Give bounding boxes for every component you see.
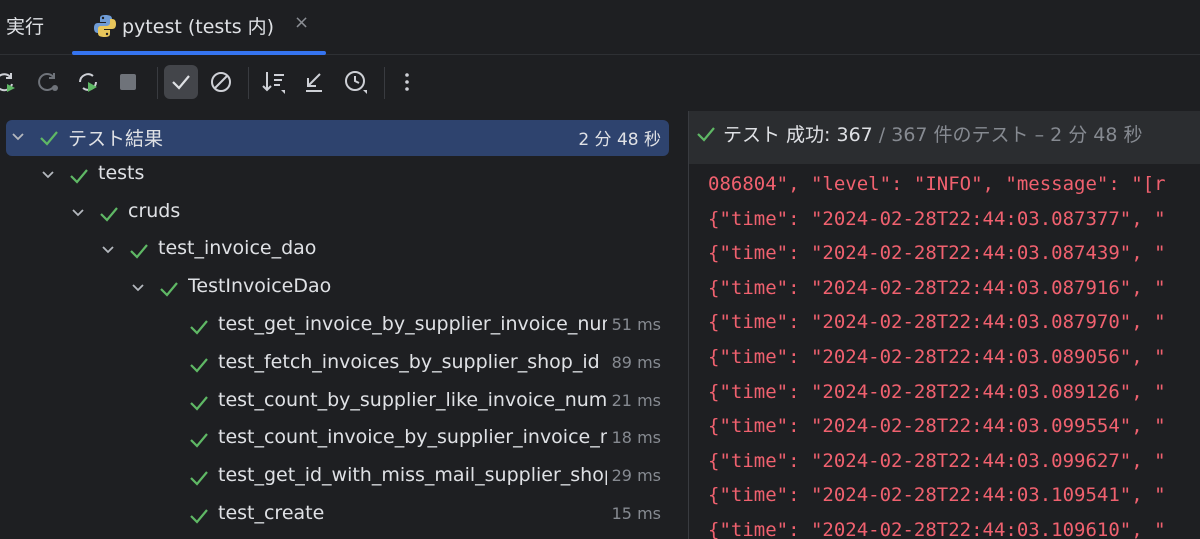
check-icon	[158, 278, 180, 300]
check-icon	[188, 354, 210, 376]
check-icon	[128, 240, 150, 262]
tree-row-label: test_create	[218, 502, 325, 524]
show-ignored-icon[interactable]	[204, 65, 238, 99]
tree-row-duration: 15 ms	[611, 504, 661, 523]
more-icon[interactable]	[390, 65, 424, 99]
tree-row-label: test_count_by_supplier_like_invoice_num	[218, 389, 607, 411]
tree-row-label: test_count_invoice_by_supplier_invoice_n…	[218, 426, 607, 448]
toolbar-separator	[384, 67, 385, 99]
tree-row-label: TestInvoiceDao	[188, 275, 332, 297]
console-line: {"time": "2024-02-28T22:44:03.109610", "	[708, 519, 1166, 539]
tree-row-test[interactable]: test_fetch_invoices_by_supplier_shop_id …	[0, 345, 670, 383]
check-icon	[38, 127, 60, 149]
toolbar-separator	[248, 67, 249, 99]
test-status-text: テスト 成功: 367 / 367 件のテスト – 2 分 48 秒	[723, 120, 1143, 147]
console-pane: テスト 成功: 367 / 367 件のテスト – 2 分 48 秒 08680…	[689, 111, 1200, 539]
status-passed-count: テスト 成功: 367	[723, 124, 873, 146]
tree-row-duration: 18 ms	[611, 428, 661, 447]
console-line: {"time": "2024-02-28T22:44:03.087916", "	[708, 277, 1166, 299]
console-line: {"time": "2024-02-28T22:44:03.099554", "	[708, 415, 1166, 437]
tree-row-test[interactable]: test_get_id_with_miss_mail_supplier_shop…	[0, 458, 670, 496]
chevron-down-icon[interactable]	[38, 165, 58, 185]
console-line: {"time": "2024-02-28T22:44:03.087970", "	[708, 311, 1166, 333]
tree-row-module[interactable]: test_invoice_dao	[0, 231, 670, 269]
chevron-down-icon[interactable]	[98, 240, 118, 260]
close-icon[interactable]: ×	[294, 12, 309, 33]
console-line: {"time": "2024-02-28T22:44:03.109541", "	[708, 484, 1166, 506]
run-toolbar	[0, 55, 1200, 111]
tree-row-label: tests	[98, 162, 145, 184]
chevron-down-icon[interactable]	[68, 203, 88, 223]
tree-row-tests[interactable]: tests	[0, 156, 670, 194]
console-line: {"time": "2024-02-28T22:44:03.089126", "	[708, 381, 1166, 403]
chevron-down-icon[interactable]	[8, 127, 28, 147]
test-tree: テスト結果 2 分 48 秒 tests cruds test_invoice_…	[0, 111, 688, 539]
tree-row-label: test_invoice_dao	[158, 237, 317, 259]
console-line: {"time": "2024-02-28T22:44:03.087439", "	[708, 242, 1166, 264]
check-icon	[188, 505, 210, 527]
tree-row-label: test_get_id_with_miss_mail_supplier_shop	[218, 464, 607, 486]
status-detail: / 367 件のテスト – 2 分 48 秒	[872, 124, 1143, 146]
rerun-failed-icon[interactable]	[31, 65, 65, 99]
tree-row-test[interactable]: test_count_invoice_by_supplier_invoice_n…	[0, 420, 670, 458]
tree-row-test[interactable]: test_count_by_supplier_like_invoice_num …	[0, 383, 670, 421]
test-status-bar: テスト 成功: 367 / 367 件のテスト – 2 分 48 秒	[689, 111, 1200, 164]
check-icon	[188, 467, 210, 489]
check-icon	[695, 123, 717, 145]
tree-row-duration: 89 ms	[611, 353, 661, 372]
check-icon	[188, 429, 210, 451]
tree-row-duration: 51 ms	[611, 315, 661, 334]
check-icon	[68, 165, 90, 187]
chevron-down-icon[interactable]	[128, 278, 148, 298]
tree-row-label: test_fetch_invoices_by_supplier_shop_id	[218, 351, 600, 373]
stop-icon[interactable]	[111, 65, 145, 99]
run-tool-window-header: 実行 pytest (tests 内) ×	[0, 0, 1200, 55]
check-icon	[98, 203, 120, 225]
tree-row-test[interactable]: test_get_invoice_by_supplier_invoice_num…	[0, 307, 670, 345]
tree-row-test[interactable]: test_create 15 ms	[0, 496, 670, 534]
tree-row-cruds[interactable]: cruds	[0, 194, 670, 232]
toggle-auto-test-icon[interactable]	[71, 65, 105, 99]
check-icon	[188, 316, 210, 338]
console-line: {"time": "2024-02-28T22:44:03.089056", "	[708, 346, 1166, 368]
tree-row-duration: 2 分 48 秒	[578, 130, 661, 150]
toolbar-separator	[157, 67, 158, 99]
check-icon	[188, 392, 210, 414]
tree-row-duration: 21 ms	[611, 391, 661, 410]
tree-row-label: cruds	[128, 200, 181, 222]
tree-row-label: test_get_invoice_by_supplier_invoice_num	[218, 313, 607, 335]
rerun-icon[interactable]	[0, 65, 22, 99]
sort-alpha-icon[interactable]	[257, 65, 291, 99]
tree-row-duration: 29 ms	[611, 466, 661, 485]
console-line: {"time": "2024-02-28T22:44:03.087377", "	[708, 208, 1166, 230]
run-label: 実行	[6, 16, 45, 38]
tab-pytest[interactable]: pytest (tests 内) ×	[72, 0, 326, 54]
python-icon	[92, 13, 118, 39]
sort-duration-icon[interactable]	[339, 65, 373, 99]
sort-import-icon[interactable]	[297, 65, 331, 99]
tree-row-class[interactable]: TestInvoiceDao	[0, 269, 670, 307]
show-passed-icon[interactable]	[164, 65, 198, 99]
tree-row-label: テスト結果	[68, 128, 164, 150]
console-line: 086804", "level": "INFO", "message": "[r	[708, 173, 1166, 195]
console-line: {"time": "2024-02-28T22:44:03.099627", "	[708, 450, 1166, 472]
tab-label: pytest (tests 内)	[122, 16, 275, 38]
tree-row-root[interactable]: テスト結果 2 分 48 秒	[0, 118, 670, 156]
